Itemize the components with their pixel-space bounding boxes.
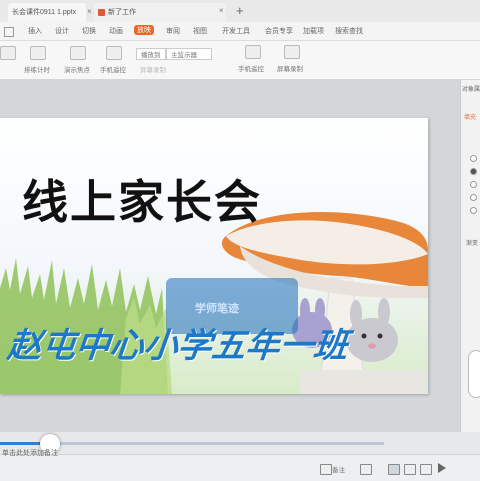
tab-presentation[interactable]: 长会课件0911 1.pptx [8, 3, 86, 22]
toolbar-label[interactable]: 演示焦点 [64, 64, 90, 74]
menu-slideshow[interactable]: 放映 [134, 25, 154, 35]
watermark-text: 学师笔迹 [195, 303, 239, 315]
slide-subtitle[interactable]: 赵屯中心小学五年一班 [5, 318, 350, 367]
normal-view-icon[interactable] [388, 464, 400, 475]
app-menu-icon[interactable] [4, 27, 14, 37]
notes-toggle[interactable]: 备注 [332, 464, 345, 474]
panel-label: 渐变 [466, 241, 479, 247]
panel-header: 对象属 [462, 87, 480, 93]
menu-search[interactable]: 搜索查找 [335, 26, 363, 36]
reading-view-icon[interactable] [420, 464, 432, 475]
menu-insert[interactable]: 插入 [28, 26, 42, 36]
screen-record-button[interactable]: 屏幕录制 [277, 63, 303, 73]
toolbar-label[interactable]: 屏幕录制 [140, 64, 166, 74]
slide-title[interactable]: 线上家长会 [22, 166, 262, 232]
phone-remote-button[interactable]: 手机遥控 [238, 63, 264, 73]
play-current-icon[interactable] [30, 46, 46, 60]
fill-option-radio[interactable] [470, 181, 477, 188]
toolbar-label[interactable]: 手机遥控 [100, 64, 126, 74]
menu-review[interactable]: 审阅 [166, 26, 180, 36]
close-tab-icon[interactable]: × [219, 6, 224, 15]
menu-animation[interactable]: 动画 [109, 26, 123, 36]
screen-record-icon[interactable] [284, 45, 300, 59]
play-icon[interactable] [438, 463, 446, 473]
monitor-select[interactable]: 主监示器 [166, 48, 212, 60]
menu-view[interactable]: 视图 [193, 26, 207, 36]
fill-option-radio[interactable] [470, 194, 477, 201]
document-icon [98, 8, 105, 16]
tab-new-document[interactable]: 新了工作 [94, 3, 226, 22]
menu-developer[interactable]: 开发工具 [222, 26, 250, 36]
slide[interactable]: 学师笔迹 线上家长会 赵屯中心小学五年一班 [0, 118, 428, 394]
new-tab-button[interactable]: + [236, 3, 244, 18]
menu-addins[interactable]: 加载项 [303, 26, 324, 36]
tab-label: 长会课件0911 1.pptx [12, 9, 77, 16]
fill-option-radio[interactable] [470, 168, 477, 175]
menu-transition[interactable]: 切换 [82, 26, 96, 36]
setup-show-icon[interactable] [106, 46, 122, 60]
play-to-field[interactable]: 播放到 [136, 48, 166, 60]
comment-icon[interactable] [360, 464, 372, 475]
menu-member[interactable]: 会员专享 [265, 26, 293, 36]
notes-placeholder[interactable]: 单击此处添加备注 [2, 448, 58, 458]
close-tab-icon[interactable]: × [87, 7, 92, 16]
notes-icon[interactable] [320, 464, 332, 475]
panel-tab-fill[interactable]: 填充 [464, 112, 476, 121]
fill-option-radio[interactable] [470, 155, 477, 162]
play-from-start-icon[interactable] [0, 46, 16, 60]
sorter-view-icon[interactable] [404, 464, 416, 475]
fill-option-radio[interactable] [470, 207, 477, 214]
tab-label: 新了工作 [108, 9, 136, 16]
menu-design[interactable]: 设计 [55, 26, 69, 36]
toolbar-label[interactable]: 排练计时 [24, 64, 50, 74]
custom-show-icon[interactable] [70, 46, 86, 60]
phone-remote-icon[interactable] [245, 45, 261, 59]
gradient-slider[interactable] [468, 350, 480, 398]
